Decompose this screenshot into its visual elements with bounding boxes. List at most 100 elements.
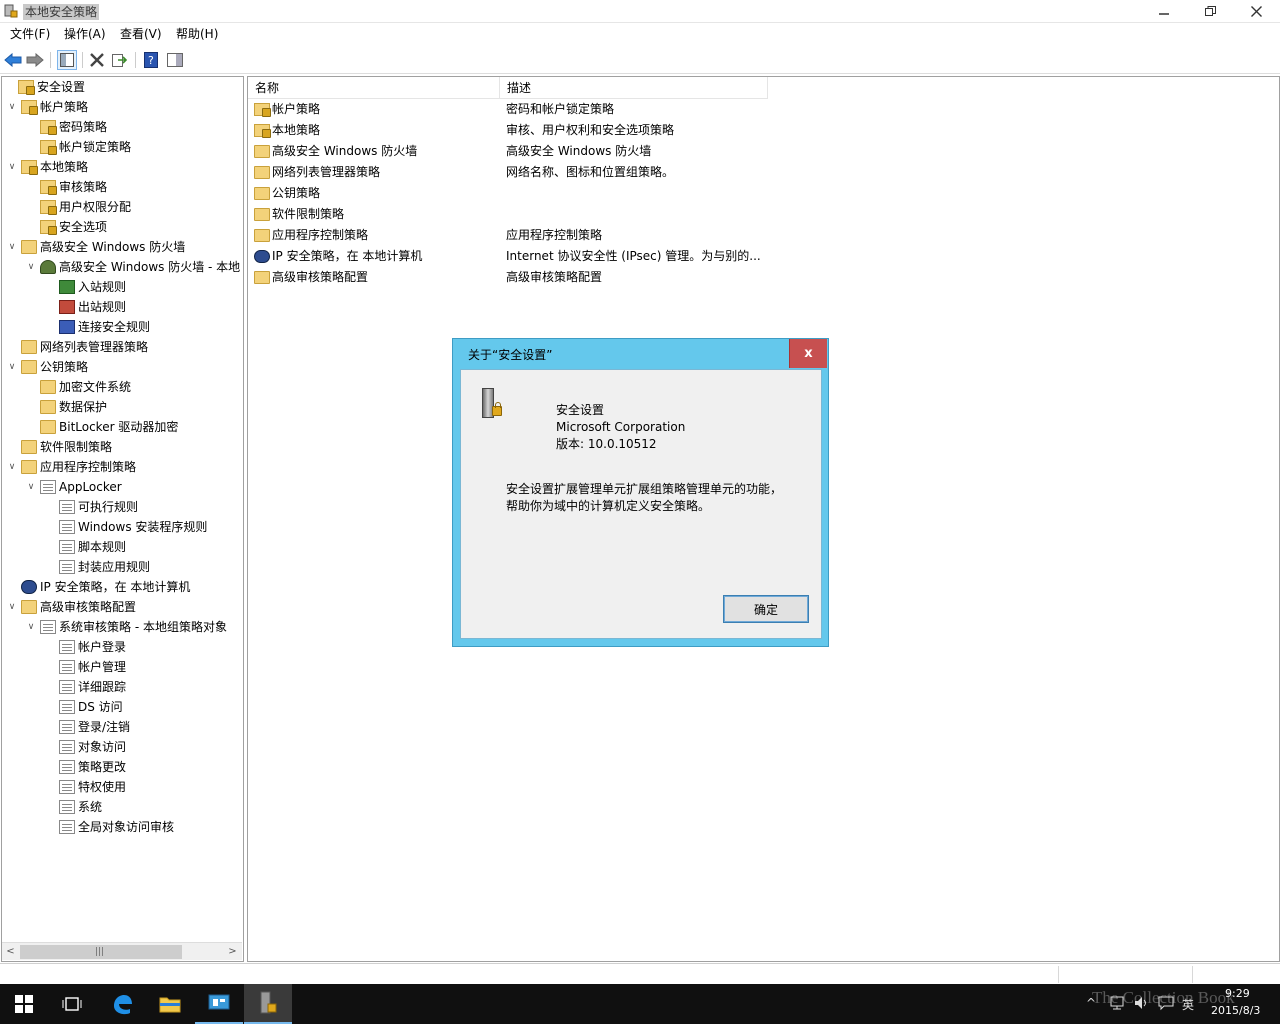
clock-time[interactable]: 9:29: [1225, 987, 1250, 1000]
status-segment: [1192, 966, 1280, 983]
delete-button[interactable]: [87, 50, 107, 70]
forward-button[interactable]: [25, 50, 45, 70]
about-dialog: 关于“安全设置” x 安全设置 Microsoft Corporation 版本…: [452, 338, 829, 647]
menu-bar: 文件(F) 操作(A) 查看(V) 帮助(H): [0, 23, 1280, 45]
list-item-description: 密码和帐户锁定策略: [506, 102, 615, 116]
network-tray-button[interactable]: [1110, 995, 1126, 1014]
menu-help[interactable]: 帮助(H): [176, 26, 218, 42]
minimize-button[interactable]: [1141, 0, 1187, 22]
tree-item-label: 特权使用: [78, 780, 127, 794]
dialog-close-button[interactable]: x: [789, 339, 827, 368]
tree-item-label: 封装应用规则: [78, 560, 151, 574]
dialog-title: 关于“安全设置”: [468, 348, 553, 362]
close-icon: [1250, 5, 1262, 17]
expand-chevron-icon[interactable]: ∨: [7, 357, 17, 377]
list-row[interactable]: IP 安全策略，在 本地计算机 Internet 协议安全性 (IPsec) 管理…: [253, 246, 1013, 267]
description-line-2: 帮助你为域中的计算机定义安全策略。: [506, 499, 711, 513]
expand-chevron-icon[interactable]: ∨: [26, 617, 36, 637]
scroll-left-icon[interactable]: <: [2, 943, 19, 961]
list-row[interactable]: 公钥策略: [253, 183, 1013, 204]
folder-icon: [21, 340, 37, 354]
help-button[interactable]: ?: [141, 50, 161, 70]
security-server-icon: [480, 388, 502, 420]
folder-icon: [254, 208, 270, 221]
list-item-description: Internet 协议安全性 (IPsec) 管理。为与别的...: [506, 249, 761, 263]
menu-file[interactable]: 文件(F): [10, 26, 50, 42]
script-rules-icon: [59, 540, 75, 554]
dialog-body: 安全设置 Microsoft Corporation 版本: 10.0.1051…: [460, 369, 822, 639]
list-item-description: 高级安全 Windows 防火墙: [506, 144, 652, 158]
edge-icon: [114, 995, 132, 1015]
list-row[interactable]: 应用程序控制策略 应用程序控制策略: [253, 225, 1013, 246]
list-row[interactable]: 高级安全 Windows 防火墙 高级安全 Windows 防火墙: [253, 141, 1013, 162]
back-arrow-icon: [4, 53, 22, 67]
list-row[interactable]: 本地策略 审核、用户权利和安全选项策略: [253, 120, 1013, 141]
expand-chevron-icon[interactable]: ∨: [7, 97, 17, 117]
expand-chevron-icon[interactable]: ∨: [7, 457, 17, 477]
tree-item-label: 系统: [78, 800, 103, 814]
edge-browser-button[interactable]: [98, 984, 146, 1024]
tree-item-label: 数据保护: [59, 400, 108, 414]
action-pane-icon: [167, 53, 183, 67]
show-hide-tree-button[interactable]: [57, 50, 77, 70]
delete-x-icon: [90, 53, 104, 67]
notifications-tray-button[interactable]: [1158, 995, 1174, 1014]
list-row[interactable]: 软件限制策略: [253, 204, 1013, 225]
audit-doc-icon: [59, 720, 75, 734]
folder-icon: [159, 997, 181, 1013]
list-item-name: 高级安全 Windows 防火墙: [272, 144, 418, 158]
restore-button[interactable]: [1187, 0, 1233, 22]
column-header-description[interactable]: 描述: [500, 77, 768, 99]
lock-folder-icon: [40, 220, 57, 235]
action-center-icon: [1158, 996, 1174, 1011]
expand-chevron-icon[interactable]: ∨: [26, 477, 36, 497]
task-view-button[interactable]: [48, 984, 96, 1024]
close-button[interactable]: [1233, 0, 1279, 22]
audit-doc-icon: [59, 640, 75, 654]
expand-chevron-icon[interactable]: ∨: [26, 257, 36, 277]
ok-button[interactable]: 确定: [723, 595, 809, 623]
console-tree-icon: [60, 53, 74, 67]
start-button[interactable]: [0, 984, 48, 1024]
list-item-description: 审核、用户权利和安全选项策略: [506, 123, 675, 137]
list-item-name: 应用程序控制策略: [272, 228, 369, 242]
tree-item-label: 全局对象访问审核: [78, 820, 175, 834]
executable-rules-icon: [59, 500, 75, 514]
back-button[interactable]: [3, 50, 23, 70]
server-manager-icon: [208, 994, 230, 1010]
tree-item-label: Windows 安装程序规则: [78, 520, 208, 534]
clock-date[interactable]: 2015/8/3: [1211, 1004, 1260, 1017]
server-manager-button[interactable]: [195, 984, 243, 1024]
expand-chevron-icon[interactable]: ∨: [7, 237, 17, 257]
tree-horizontal-scrollbar[interactable]: < ||| >: [2, 942, 242, 960]
folder-icon: [40, 400, 56, 414]
tree-item-label: 对象访问: [78, 740, 127, 754]
minimize-icon: [1159, 13, 1169, 15]
tree-item-label: 高级安全 Windows 防火墙 - 本地: [59, 260, 241, 274]
lock-folder-icon: [254, 103, 271, 117]
scrollbar-thumb[interactable]: |||: [20, 945, 182, 959]
list-row[interactable]: 高级审核策略配置 高级审核策略配置: [253, 267, 1013, 288]
expand-chevron-icon[interactable]: ∨: [7, 597, 17, 617]
tree-item-label: 高级审核策略配置: [40, 600, 137, 614]
tree-item-label: IP 安全策略，在 本地计算机: [40, 580, 191, 594]
tree-item-label: 脚本规则: [78, 540, 127, 554]
show-action-pane-button[interactable]: [165, 50, 185, 70]
menu-action[interactable]: 操作(A): [64, 26, 106, 42]
list-row[interactable]: 网络列表管理器策略 网络名称、图标和位置组策略。: [253, 162, 1013, 183]
tree-item-label: 本地策略: [40, 160, 89, 174]
list-row[interactable]: 帐户策略 密码和帐户锁定策略: [253, 99, 1013, 120]
expand-chevron-icon[interactable]: ∨: [7, 157, 17, 177]
file-explorer-button[interactable]: [146, 984, 194, 1024]
menu-view[interactable]: 查看(V): [120, 26, 162, 42]
column-header-name[interactable]: 名称: [248, 77, 500, 99]
scroll-right-icon[interactable]: >: [224, 943, 241, 961]
lock-folder-icon: [40, 180, 57, 195]
tray-overflow-button[interactable]: ^: [1086, 996, 1096, 1010]
export-list-button[interactable]: [110, 50, 130, 70]
local-security-policy-task-button[interactable]: [244, 984, 292, 1024]
volume-tray-button[interactable]: [1134, 995, 1150, 1014]
input-method-indicator[interactable]: 英: [1182, 996, 1194, 1013]
folder-icon: [254, 187, 270, 200]
tree-item-label: 帐户登录: [78, 640, 127, 654]
